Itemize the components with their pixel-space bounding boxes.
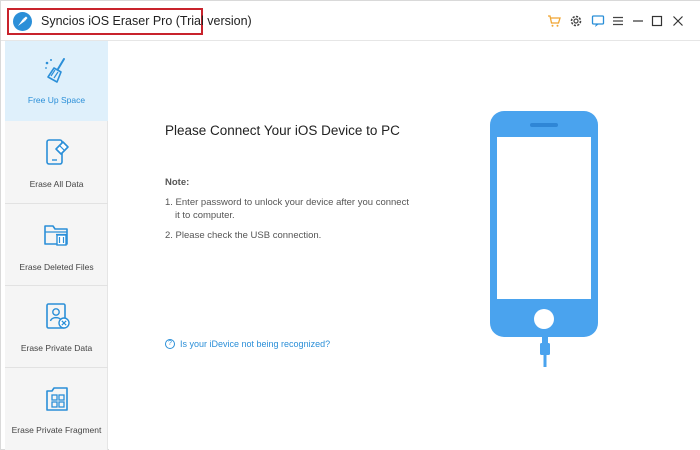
maximize-icon[interactable] [649,13,665,29]
sidebar-item-label: Erase All Data [29,179,84,189]
title-bar: Syncios iOS Eraser Pro (Trial version) [1,1,700,41]
page-title: Please Connect Your iOS Device to PC [165,123,400,138]
help-link-label: Is your iDevice not being recognized? [180,339,331,349]
cart-icon[interactable] [546,13,562,29]
phone-illustration [490,111,598,337]
note-title: Note: [165,177,190,188]
minimize-icon[interactable] [630,13,646,29]
close-icon[interactable] [670,13,686,29]
window-title: Syncios iOS Eraser Pro (Trial version) [41,14,252,28]
usb-cable-icon [538,337,552,367]
note-line: 1. Enter password to unlock your device … [165,197,409,208]
feedback-icon[interactable] [590,13,606,29]
sidebar-item-erase-private-data[interactable]: Erase Private Data [5,287,108,367]
main-panel: Please Connect Your iOS Device to PC Not… [109,41,700,450]
sidebar: Free Up Space Erase All Data Erase Delet… [5,41,108,450]
app-window: Syncios iOS Eraser Pro (Trial version) F… [0,0,700,450]
sidebar-item-label: Erase Private Fragment [11,425,102,435]
phone-eraser-icon [42,137,72,167]
broom-icon [42,55,72,85]
sidebar-divider [5,203,108,204]
sidebar-item-erase-private-fragment[interactable]: Erase Private Fragment [5,369,108,449]
gear-icon[interactable] [568,13,584,29]
menu-icon[interactable] [610,13,626,29]
note-line: it to computer. [175,210,235,221]
private-doc-icon [42,301,72,331]
sidebar-item-erase-all-data[interactable]: Erase All Data [5,123,108,203]
question-icon: ? [165,339,175,349]
fragment-icon [42,383,72,413]
sidebar-item-label: Erase Private Data [20,343,93,353]
sidebar-item-free-up-space[interactable]: Free Up Space [5,41,108,121]
sidebar-divider [5,367,108,368]
app-logo-icon [13,12,32,31]
folder-trash-icon [42,219,72,249]
sidebar-item-label: Free Up Space [27,95,86,105]
note-line: 2. Please check the USB connection. [165,230,322,241]
sidebar-item-erase-deleted-files[interactable]: Erase Deleted Files [5,205,108,285]
help-link[interactable]: ? Is your iDevice not being recognized? [165,339,330,349]
sidebar-item-label: Erase Deleted Files [19,262,94,272]
sidebar-divider [5,285,108,286]
